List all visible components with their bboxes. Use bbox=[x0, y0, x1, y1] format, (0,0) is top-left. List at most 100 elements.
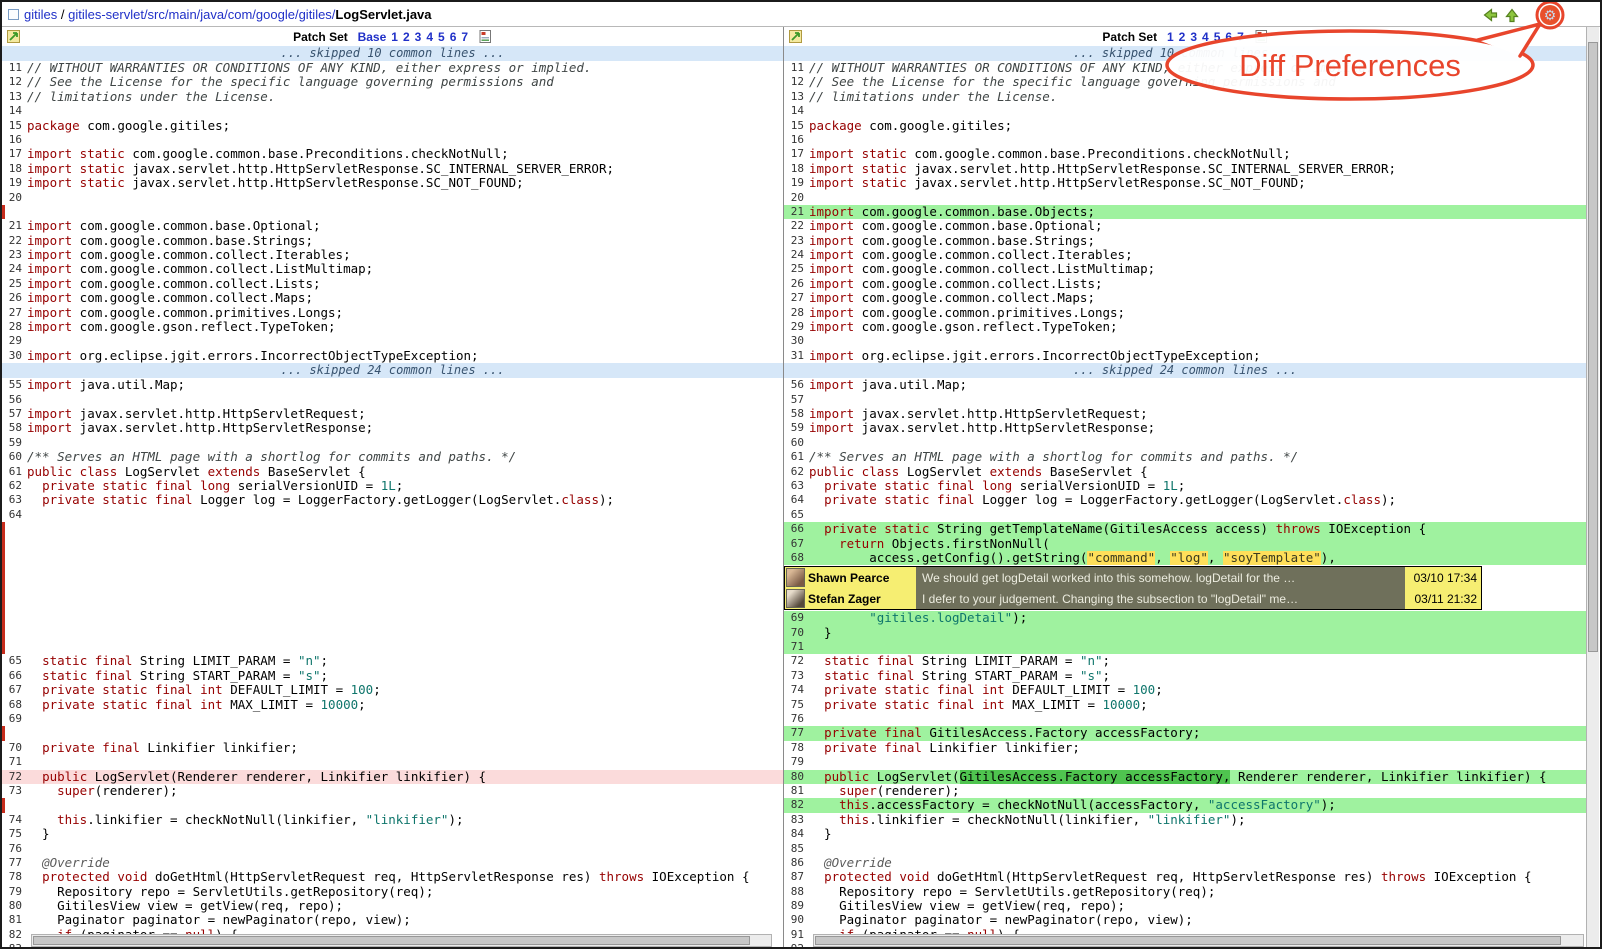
line-number[interactable] bbox=[5, 798, 27, 812]
line-number[interactable]: 72 bbox=[5, 770, 27, 784]
line-number[interactable]: 83 bbox=[5, 942, 27, 947]
skipped-lines-expander[interactable]: ... skipped 10 common lines ... bbox=[784, 46, 1586, 61]
line-number[interactable]: 85 bbox=[787, 842, 809, 856]
line-number[interactable]: 26 bbox=[5, 291, 27, 305]
line-number[interactable]: 90 bbox=[787, 913, 809, 927]
line-number[interactable]: 82 bbox=[787, 798, 809, 812]
line-number[interactable]: 79 bbox=[787, 755, 809, 769]
line-number[interactable]: 71 bbox=[787, 640, 809, 654]
line-number[interactable]: 68 bbox=[5, 698, 27, 712]
line-number[interactable]: 75 bbox=[787, 698, 809, 712]
patchset-link-5[interactable]: 5 bbox=[1214, 30, 1221, 44]
line-number[interactable]: 59 bbox=[5, 436, 27, 450]
breadcrumb-project-link[interactable]: gitiles bbox=[24, 7, 57, 22]
patchset-link-1[interactable]: 1 bbox=[1167, 30, 1174, 44]
line-number[interactable]: 73 bbox=[5, 784, 27, 798]
download-patch-icon[interactable] bbox=[1255, 33, 1268, 47]
line-number[interactable]: 58 bbox=[787, 407, 809, 421]
patchset-link-2[interactable]: 2 bbox=[403, 30, 410, 44]
line-number[interactable]: 75 bbox=[5, 827, 27, 841]
h-scrollbar-right-thumb[interactable] bbox=[815, 936, 1561, 945]
line-number[interactable]: 64 bbox=[5, 508, 27, 522]
line-number[interactable]: 25 bbox=[5, 277, 27, 291]
line-number[interactable]: 22 bbox=[787, 219, 809, 233]
v-scrollbar-thumb[interactable] bbox=[1588, 42, 1598, 652]
patchset-link-6[interactable]: 6 bbox=[450, 30, 457, 44]
line-number[interactable]: 13 bbox=[787, 90, 809, 104]
line-number[interactable]: 28 bbox=[787, 306, 809, 320]
line-number[interactable]: 65 bbox=[5, 654, 27, 668]
line-number[interactable]: 56 bbox=[787, 378, 809, 392]
line-number[interactable]: 60 bbox=[5, 450, 27, 464]
line-number[interactable]: 27 bbox=[5, 306, 27, 320]
line-number[interactable]: 14 bbox=[787, 104, 809, 118]
line-number[interactable]: 31 bbox=[787, 349, 809, 363]
line-number[interactable]: 62 bbox=[787, 465, 809, 479]
line-number[interactable]: 12 bbox=[5, 75, 27, 89]
line-number[interactable]: 66 bbox=[5, 669, 27, 683]
line-number[interactable]: 87 bbox=[787, 870, 809, 884]
line-number[interactable]: 16 bbox=[5, 133, 27, 147]
line-number[interactable]: 80 bbox=[787, 770, 809, 784]
patchset-link-2[interactable]: 2 bbox=[1179, 30, 1186, 44]
line-number[interactable]: 64 bbox=[787, 493, 809, 507]
line-number[interactable]: 15 bbox=[787, 119, 809, 133]
line-number[interactable]: 80 bbox=[5, 899, 27, 913]
breadcrumb-path-link[interactable]: gitiles-servlet/src/main/java/com/google… bbox=[68, 7, 335, 22]
line-number[interactable]: 28 bbox=[5, 320, 27, 334]
line-number[interactable]: 81 bbox=[787, 784, 809, 798]
line-number[interactable]: 21 bbox=[5, 219, 27, 233]
line-number[interactable]: 76 bbox=[787, 712, 809, 726]
patchset-link-7[interactable]: 7 bbox=[1237, 30, 1244, 44]
line-number[interactable]: 23 bbox=[787, 234, 809, 248]
download-patch-icon[interactable] bbox=[479, 33, 492, 47]
line-number[interactable]: 14 bbox=[5, 104, 27, 118]
line-number[interactable]: 63 bbox=[5, 493, 27, 507]
skipped-lines-expander[interactable]: ... skipped 24 common lines ... bbox=[784, 363, 1586, 378]
line-number[interactable]: 70 bbox=[787, 626, 809, 640]
line-number[interactable]: 59 bbox=[787, 421, 809, 435]
line-number[interactable]: 67 bbox=[787, 537, 809, 551]
line-number[interactable]: 78 bbox=[5, 870, 27, 884]
line-number[interactable]: 69 bbox=[5, 712, 27, 726]
line-number[interactable]: 81 bbox=[5, 913, 27, 927]
line-number[interactable]: 86 bbox=[787, 856, 809, 870]
line-number[interactable]: 24 bbox=[787, 248, 809, 262]
line-number[interactable]: 13 bbox=[5, 90, 27, 104]
line-number[interactable]: 17 bbox=[5, 147, 27, 161]
diff-preferences-gear-icon[interactable]: ⚙ bbox=[1540, 5, 1560, 25]
skipped-lines-expander[interactable]: ... skipped 10 common lines ... bbox=[2, 46, 783, 61]
patchset-link-base[interactable]: Base bbox=[358, 30, 387, 44]
line-number[interactable] bbox=[5, 205, 27, 219]
prev-file-icon[interactable] bbox=[1481, 6, 1499, 24]
line-number[interactable]: 76 bbox=[5, 842, 27, 856]
line-number[interactable]: 20 bbox=[5, 191, 27, 205]
line-number[interactable]: 72 bbox=[787, 654, 809, 668]
line-number[interactable]: 30 bbox=[5, 349, 27, 363]
line-number[interactable]: 26 bbox=[787, 277, 809, 291]
line-number[interactable]: 19 bbox=[5, 176, 27, 190]
line-number[interactable]: 15 bbox=[5, 119, 27, 133]
line-number[interactable]: 58 bbox=[5, 421, 27, 435]
skipped-lines-expander[interactable]: ... skipped 24 common lines ... bbox=[2, 363, 783, 378]
line-number[interactable]: 18 bbox=[5, 162, 27, 176]
line-number[interactable]: 12 bbox=[787, 75, 809, 89]
line-number[interactable]: 69 bbox=[787, 611, 809, 625]
patchset-link-7[interactable]: 7 bbox=[461, 30, 468, 44]
line-number[interactable]: 29 bbox=[5, 334, 27, 348]
line-number[interactable]: 16 bbox=[787, 133, 809, 147]
line-number[interactable]: 23 bbox=[5, 248, 27, 262]
line-number[interactable]: 74 bbox=[5, 813, 27, 827]
comment-summary-row[interactable]: Shawn PearceWe should get logDetail work… bbox=[785, 567, 1481, 588]
line-number[interactable]: 60 bbox=[787, 436, 809, 450]
line-number[interactable]: 74 bbox=[787, 683, 809, 697]
line-number[interactable]: 56 bbox=[5, 393, 27, 407]
line-number[interactable]: 79 bbox=[5, 885, 27, 899]
line-number[interactable]: 18 bbox=[787, 162, 809, 176]
patchset-link-3[interactable]: 3 bbox=[415, 30, 422, 44]
h-scrollbar-left-thumb[interactable] bbox=[33, 936, 750, 945]
line-number[interactable]: 22 bbox=[5, 234, 27, 248]
line-number[interactable]: 27 bbox=[787, 291, 809, 305]
line-number[interactable]: 88 bbox=[787, 885, 809, 899]
line-number[interactable]: 84 bbox=[787, 827, 809, 841]
